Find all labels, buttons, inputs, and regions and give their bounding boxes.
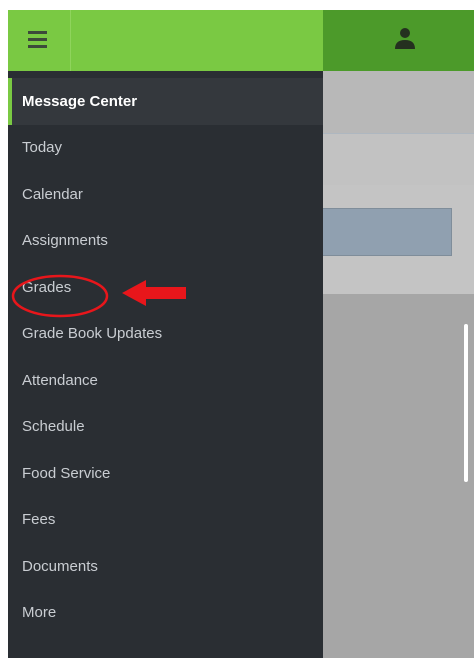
active-indicator: [8, 78, 12, 125]
app-header: [323, 10, 474, 71]
dimmed-content-area[interactable]: [323, 71, 474, 658]
drawer-item-attendance[interactable]: Attendance: [8, 357, 323, 404]
drawer-item-label: Message Center: [22, 92, 138, 110]
drawer-item-schedule[interactable]: Schedule: [8, 404, 323, 451]
content-panel: [323, 185, 474, 294]
drawer-item-label: Today: [22, 139, 63, 157]
drawer-item-label: Calendar: [22, 185, 83, 203]
drawer-item-message-center[interactable]: Message Center: [8, 78, 323, 125]
drawer-item-fees[interactable]: Fees: [8, 497, 323, 544]
content-band-secondary: [323, 133, 474, 186]
drawer-item-label: Fees: [22, 511, 56, 529]
drawer-item-label: More: [22, 604, 57, 622]
scrollbar-thumb[interactable]: [464, 324, 468, 482]
drawer-item-label: Grade Book Updates: [22, 325, 163, 343]
navigation-drawer: Message Center Today Calendar Assignment…: [8, 71, 323, 658]
drawer-item-more[interactable]: More: [8, 590, 323, 637]
app-screen: Message Center Today Calendar Assignment…: [0, 0, 474, 658]
drawer-item-today[interactable]: Today: [8, 125, 323, 172]
drawer-item-calendar[interactable]: Calendar: [8, 171, 323, 218]
drawer-item-label: Documents: [22, 557, 98, 575]
content-field: [323, 208, 452, 256]
drawer-item-grades[interactable]: Grades: [8, 264, 323, 311]
hamburger-menu-icon[interactable]: [8, 10, 70, 71]
drawer-item-documents[interactable]: Documents: [8, 543, 323, 590]
drawer-item-label: Grades: [22, 278, 72, 296]
drawer-item-label: Food Service: [22, 464, 111, 482]
drawer-item-label: Attendance: [22, 371, 98, 389]
header-divider: [70, 10, 71, 71]
drawer-header: [8, 10, 323, 71]
content-band: [323, 71, 474, 133]
drawer-item-grade-book-updates[interactable]: Grade Book Updates: [8, 311, 323, 358]
user-icon[interactable]: [394, 26, 416, 50]
drawer-item-label: Assignments: [22, 232, 108, 250]
drawer-item-assignments[interactable]: Assignments: [8, 218, 323, 265]
drawer-item-label: Schedule: [22, 418, 85, 436]
drawer-item-food-service[interactable]: Food Service: [8, 450, 323, 497]
